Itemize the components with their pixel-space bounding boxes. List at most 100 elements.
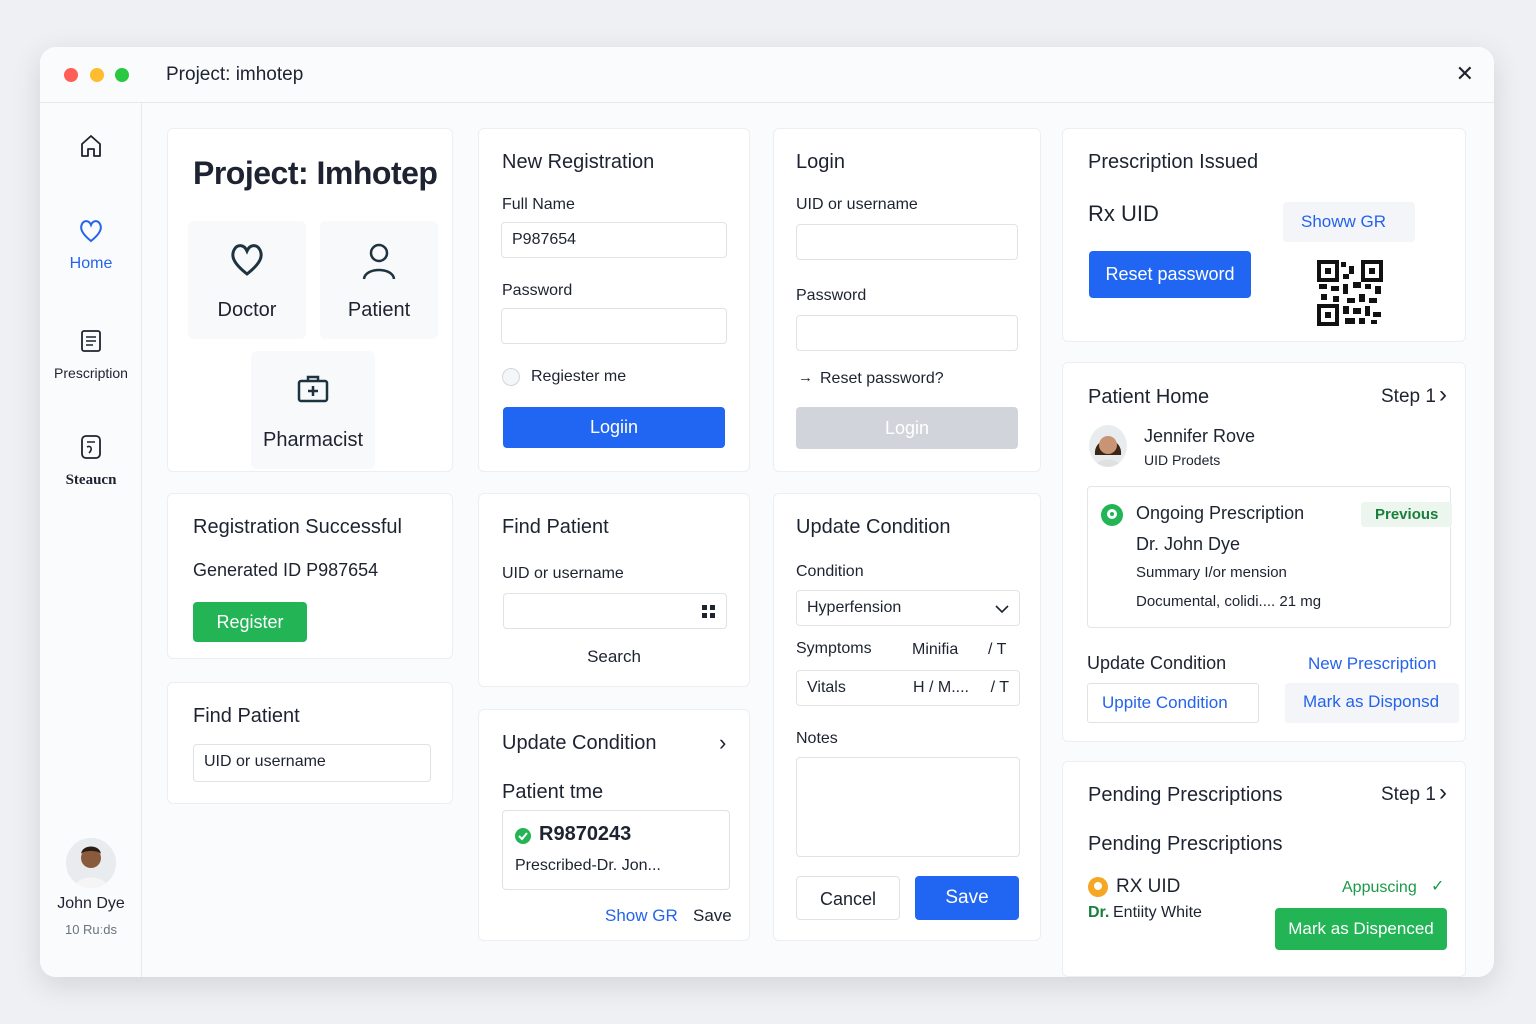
field-label: UID or username	[796, 196, 918, 213]
doctor-prefix: Dr.	[1088, 904, 1110, 921]
minimize-window-button[interactable]	[90, 68, 104, 82]
field-label: UID or username	[502, 565, 624, 582]
previous-badge[interactable]: Previous	[1361, 502, 1453, 527]
role-doctor[interactable]: Doctor	[188, 221, 306, 339]
notes-textarea[interactable]	[796, 757, 1020, 857]
card-title: Login	[796, 151, 845, 173]
save-button[interactable]: Save	[693, 906, 732, 926]
status-badge: Appuscing	[1342, 879, 1417, 896]
card-title: Find Patient	[193, 705, 300, 727]
sidebar-item-label: Prescription	[54, 365, 128, 381]
card-title: Update Condition	[796, 516, 951, 538]
card-title: Prescription Issued	[1088, 151, 1259, 173]
page-title: Project: Imhotep	[193, 155, 438, 191]
login-password-field[interactable]	[796, 315, 1018, 351]
prescription-item[interactable]: R9870243 Prescribed-Dr. Jon...	[502, 810, 730, 890]
prescription-desc: Prescribed-Dr. Jon...	[515, 857, 661, 874]
role-label: Pharmacist	[262, 429, 364, 451]
chevron-right-icon[interactable]: ›	[719, 730, 726, 756]
sidebar-item-heart[interactable]: Home	[40, 218, 142, 273]
remember-checkbox[interactable]	[502, 368, 520, 386]
project-card: Project: Imhotep Doctor Patient Pharmaci…	[167, 128, 453, 472]
symptoms-value[interactable]: Minifia	[912, 641, 958, 659]
update-condition-button[interactable]: Uppite Condition	[1087, 683, 1259, 723]
close-icon[interactable]: ✕	[1456, 61, 1474, 87]
summary-text: Summary I/or mension	[1136, 564, 1287, 581]
patient-name: Jennifer Rove	[1144, 426, 1256, 446]
rx-uid-label: RX UID	[1116, 876, 1181, 897]
heart-icon	[80, 220, 102, 243]
vitals-value: H / M....	[913, 679, 969, 696]
chevron-right-icon[interactable]: ›	[1439, 779, 1447, 807]
step-indicator[interactable]: Step 1	[1381, 784, 1436, 806]
login-button[interactable]: Logiin	[503, 407, 725, 448]
user-name: John Dye	[57, 895, 125, 912]
login-uid-field[interactable]	[796, 224, 1018, 260]
field-label: Password	[502, 282, 573, 299]
uid-search-input[interactable]: UID or username	[193, 744, 431, 782]
search-button[interactable]: Search	[479, 647, 749, 667]
ongoing-title: Ongoing Prescription	[1136, 503, 1305, 523]
register-button[interactable]: Register	[193, 602, 307, 642]
pill-icon	[1088, 877, 1108, 897]
field-label: Password	[796, 287, 867, 304]
save-condition-button[interactable]: Save	[915, 876, 1019, 920]
card-title: Find Patient	[502, 516, 609, 538]
sidebar: Home Prescription Steaucn John Dye 10 Ru…	[40, 103, 142, 977]
window-title: Project: imhotep	[166, 64, 304, 85]
close-window-button[interactable]	[64, 68, 78, 82]
qr-code-icon[interactable]	[1317, 260, 1383, 326]
chevron-right-icon[interactable]: ›	[1439, 381, 1447, 409]
sidebar-item-steaucn[interactable]: Steaucn	[40, 433, 142, 489]
mark-dispensed-link[interactable]: Mark as Disponsd	[1285, 683, 1459, 723]
role-patient[interactable]: Patient	[320, 221, 438, 339]
card-title: Patient Home	[1088, 386, 1210, 408]
rx-uid-label: Rx UID	[1088, 201, 1159, 226]
role-label: Doctor	[217, 299, 277, 321]
login-submit-button[interactable]: Login	[796, 407, 1018, 449]
chevron-down-icon	[995, 605, 1009, 614]
prescription-issued-card: Prescription Issued Rx UID Showw GR Rese…	[1062, 128, 1466, 342]
reset-password-link[interactable]: Reset password?	[820, 370, 944, 388]
user-subtitle: 10 Ruːds	[64, 922, 118, 937]
uid-field[interactable]	[503, 593, 727, 629]
role-pharmacist[interactable]: Pharmacist	[251, 351, 375, 469]
avatar[interactable]	[66, 838, 116, 888]
home-icon	[81, 135, 101, 157]
find-patient-left-card: Find Patient UID or username	[167, 682, 453, 804]
card-subtitle: Patient tme	[502, 781, 604, 803]
find-patient-card: Find Patient UID or username Search	[478, 493, 750, 687]
field-label: Condition	[796, 563, 864, 580]
grid-icon[interactable]	[702, 605, 716, 619]
sidebar-item-home[interactable]	[40, 133, 142, 164]
update-condition-mid-card: Update Condition › Patient tme R9870243 …	[478, 709, 750, 941]
mark-dispensed-button[interactable]: Mark as Dispenced	[1275, 908, 1447, 950]
password-field[interactable]	[501, 308, 727, 344]
generated-id: Generated ID P987654	[193, 560, 379, 580]
show-qr-link[interactable]: Show GR	[605, 906, 678, 926]
cancel-button[interactable]: Cancel	[796, 876, 900, 920]
step-indicator[interactable]: Step 1	[1381, 386, 1436, 408]
sidebar-item-prescription[interactable]: Prescription	[40, 328, 142, 381]
sidebar-item-label: Home	[69, 255, 113, 272]
check-icon: ✓	[1431, 878, 1445, 895]
prescription-id: R9870243	[539, 823, 632, 845]
condition-value: Hyperfension	[807, 599, 902, 616]
login-card: Login UID or username Password → Reset p…	[773, 128, 1041, 472]
section-subtitle: Pending Prescriptions	[1088, 833, 1283, 855]
registration-success-card: Registration Successful Generated ID P98…	[167, 493, 453, 659]
new-prescription-link[interactable]: New Prescription	[1308, 654, 1437, 674]
title-bar: Project: imhotep ✕	[40, 47, 1494, 103]
heart-icon	[231, 244, 263, 276]
maximize-window-button[interactable]	[115, 68, 129, 82]
role-label: Patient	[347, 299, 411, 321]
patient-uid: UID Prodets	[1144, 452, 1221, 468]
vitals-field[interactable]: Vitals H / M.... / T	[796, 670, 1020, 706]
document-icon	[81, 330, 101, 352]
remember-label: Regiester me	[531, 368, 627, 385]
condition-select[interactable]: Hyperfension	[796, 590, 1020, 626]
reset-password-button[interactable]: Reset password	[1089, 251, 1251, 298]
full-name-field[interactable]: P987654	[501, 222, 727, 258]
doctor-name: Entiity White	[1113, 904, 1202, 921]
show-qr-link[interactable]: Showw GR	[1283, 202, 1415, 242]
